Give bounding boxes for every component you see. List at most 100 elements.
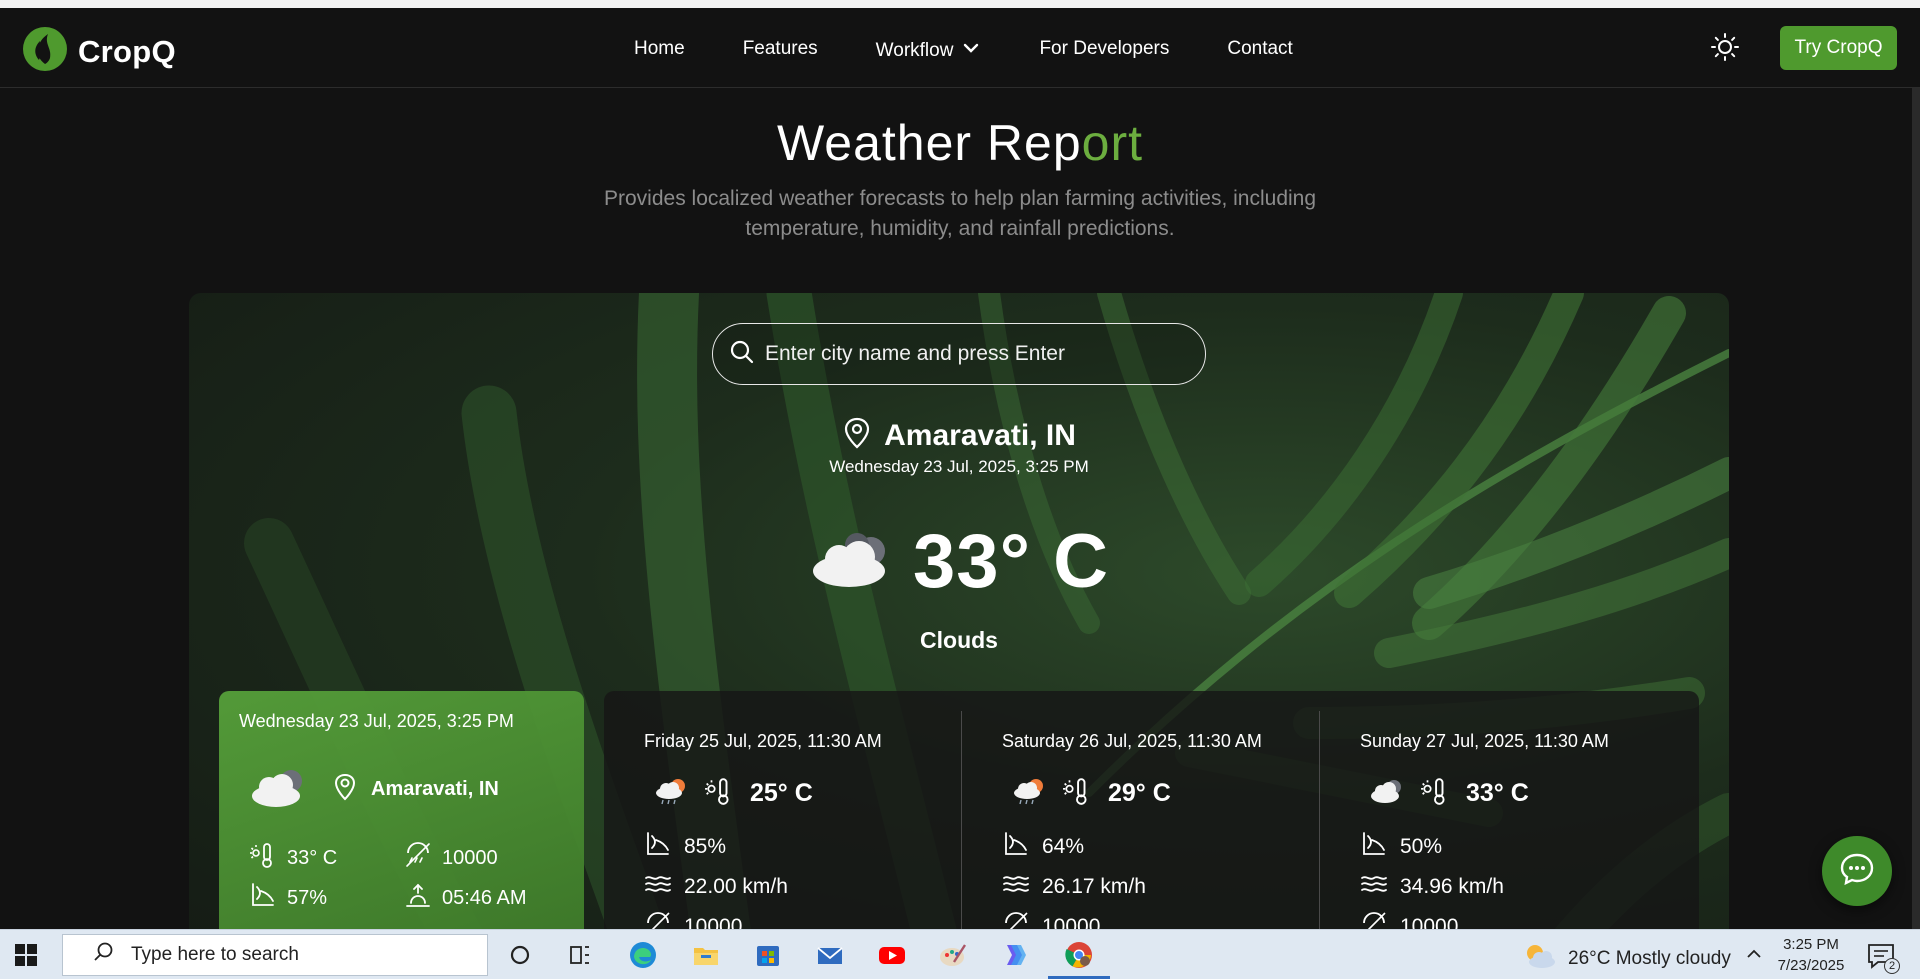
navbar: CropQ Home Features Workflow For Develop… [0,8,1920,88]
search-icon [729,339,755,370]
chevron-down-icon [961,38,981,64]
notification-count-badge: 2 [1884,958,1900,974]
cloud-icon [809,529,899,594]
forecast-humidity-value: 85% [684,835,727,858]
card-location-row: Amaravati, IN [249,765,499,814]
taskbar-search-box[interactable]: Type here to search [62,934,488,976]
forecast-humidity-value: 64% [1042,835,1085,858]
current-temperature-row: 33° C [189,518,1729,605]
brand-name: CropQ [78,33,176,69]
task-view-icon[interactable] [564,939,596,971]
copilot-icon[interactable] [998,939,1030,971]
cloud-icon [249,765,309,814]
windows-start-icon[interactable] [14,943,38,967]
nav-contact-link[interactable]: Contact [1227,38,1292,60]
edge-browser-icon[interactable] [627,939,659,971]
chat-button[interactable] [1822,836,1892,906]
taskbar-clock[interactable]: 3:25 PM 7/23/2025 [1768,934,1854,976]
paint-icon[interactable] [937,939,969,971]
card-humidity-stat: 57% [249,881,327,915]
forecast-humidity-value: 50% [1400,835,1443,858]
nav-developers-link[interactable]: For Developers [1039,38,1169,60]
city-search-box[interactable] [712,323,1206,385]
forecast-wind-value: 34.96 km/h [1400,875,1504,898]
forecast-humidity: 64% [1002,831,1084,863]
page-scrollbar[interactable] [1912,88,1920,929]
forecast-temperature: 25° C [750,779,813,807]
clock-time: 3:25 PM [1783,936,1839,953]
thermometer-sun-icon [704,776,734,811]
clock-date: 7/23/2025 [1777,957,1845,974]
page-title: Weather Report [0,114,1920,172]
card-humidity: 57% [287,886,328,909]
browser-top-strip [0,0,1920,8]
nav-features-link[interactable]: Features [743,38,818,60]
sun-cloud-rain-icon [1012,776,1046,811]
cloudy-sun-icon [1522,941,1556,977]
humidity-icon [644,831,672,863]
mail-icon[interactable] [814,939,846,971]
chevron-up-icon[interactable] [1744,944,1764,964]
main-menu: Home Features Workflow For Developers Co… [634,34,1351,64]
card-temperature-stat: 33° C [249,841,337,875]
forecast-date: Sunday 27 Jul, 2025, 11:30 AM [1360,731,1609,751]
current-datetime: Wednesday 23 Jul, 2025, 3:25 PM [829,457,1089,476]
forecast-date: Friday 25 Jul, 2025, 11:30 AM [644,731,882,751]
location-pin-icon [333,773,357,806]
card-location: Amaravati, IN [371,778,499,800]
file-explorer-icon[interactable] [690,939,722,971]
wind-icon [1360,871,1388,903]
thermometer-sun-icon [1062,776,1092,811]
forecast-temp-row: 29° C [1012,776,1171,811]
forecast-date: Saturday 26 Jul, 2025, 11:30 AM [1002,731,1262,751]
forecast-temperature: 33° C [1466,779,1529,807]
theme-toggle-button[interactable] [1710,32,1740,62]
card-visibility-stat: 10000 [404,841,498,875]
visibility-icon [404,841,432,875]
card-sunrise-stat: 05:46 AM [404,881,527,915]
forecast-wind: 26.17 km/h [1002,871,1146,903]
taskbar-search-placeholder: Type here to search [131,944,299,965]
chrome-icon[interactable] [1063,939,1095,971]
nav-workflow-label: Workflow [875,40,954,61]
card-temperature: 33° C [287,846,338,869]
windows-taskbar: Type here to search 26°C Mostly cloudy 3… [0,929,1920,979]
wind-icon [644,871,672,903]
humidity-icon [1360,831,1388,863]
humidity-icon [1002,831,1030,863]
weather-condition: Clouds [920,627,998,653]
page-title-accent: ort [1081,115,1144,171]
taskbar-weather-text: 26°C Mostly cloudy [1568,948,1731,969]
location-name: Amaravati, IN [884,418,1076,452]
forecast-temp-row: 33° C [1370,776,1529,811]
page-title-main: Weather Rep [776,115,1082,171]
card-visibility: 10000 [442,846,498,869]
try-cropq-button[interactable]: Try CropQ [1780,26,1897,70]
brand-logo[interactable]: CropQ [22,26,176,77]
cortana-icon[interactable] [504,939,536,971]
taskbar-weather-widget[interactable]: 26°C Mostly cloudy [1522,941,1731,977]
nav-workflow-dropdown[interactable]: Workflow [876,38,982,64]
sun-cloud-rain-icon [654,776,688,811]
sun-icon [1710,33,1740,66]
sunrise-icon [404,881,432,915]
nav-home-link[interactable]: Home [634,38,685,60]
wind-icon [1002,871,1030,903]
card-datetime: Wednesday 23 Jul, 2025, 3:25 PM [239,711,514,731]
city-search-input[interactable] [765,342,1165,366]
microsoft-store-icon[interactable] [752,939,784,971]
weather-panel: Amaravati, IN Wednesday 23 Jul, 2025, 3:… [189,293,1729,979]
forecast-wind-value: 26.17 km/h [1042,875,1146,898]
forecast-temp-row: 25° C [654,776,813,811]
thermometer-sun-icon [249,841,277,875]
search-icon [93,941,115,969]
forecast-wind: 34.96 km/h [1360,871,1504,903]
cloud-icon [1370,776,1404,811]
card-sunrise: 05:46 AM [442,886,527,909]
forecast-wind-value: 22.00 km/h [684,875,788,898]
humidity-icon [249,881,277,915]
thermometer-sun-icon [1420,776,1450,811]
chat-bubble-icon [1838,850,1876,893]
forecast-humidity: 85% [644,831,726,863]
youtube-icon[interactable] [876,939,908,971]
